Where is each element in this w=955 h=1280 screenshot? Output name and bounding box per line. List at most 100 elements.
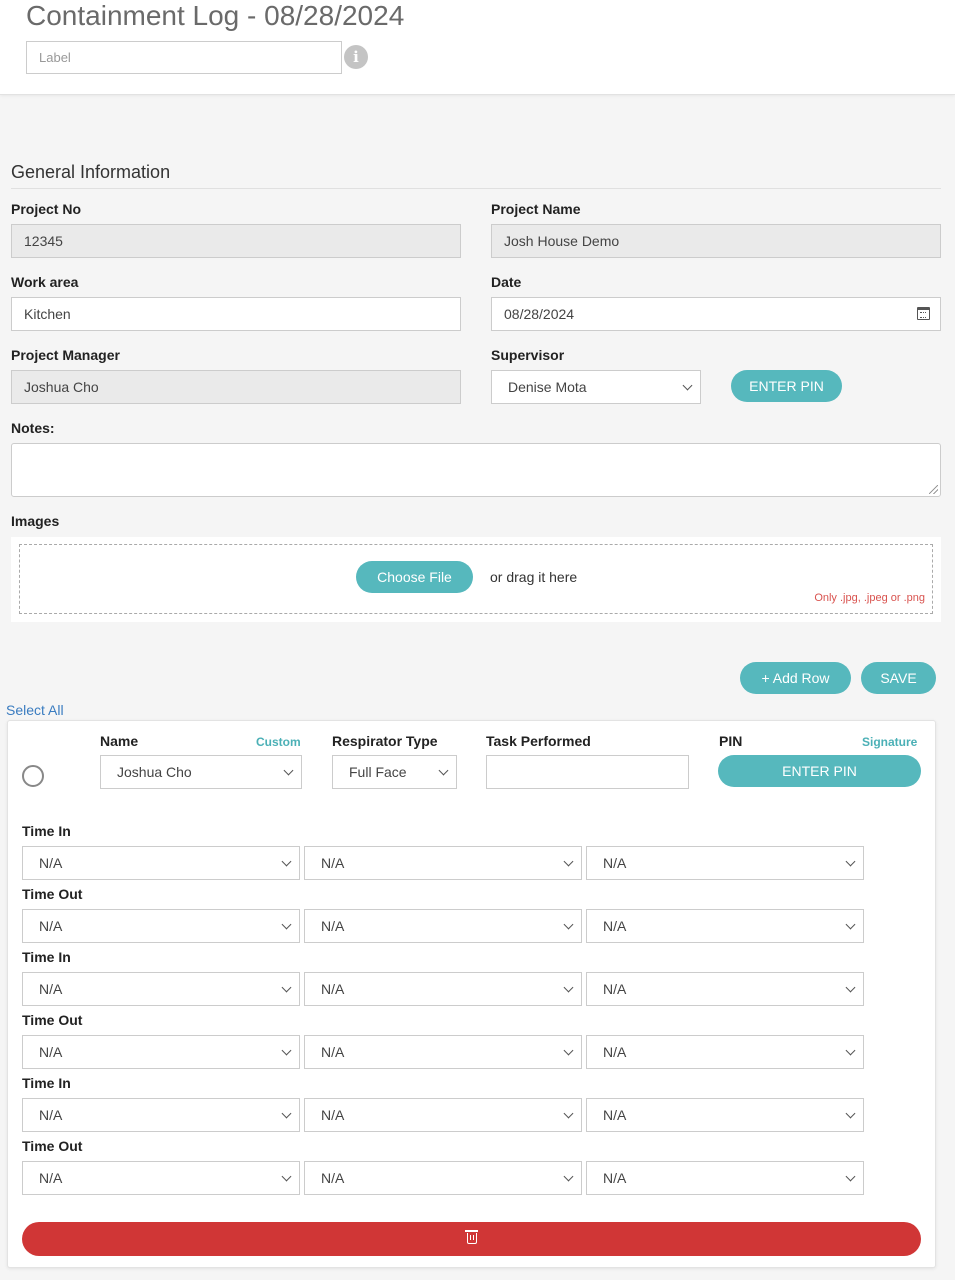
chevron-down-icon <box>281 1108 292 1119</box>
time-select[interactable]: N/A <box>22 846 300 880</box>
time-select[interactable]: N/A <box>304 909 582 943</box>
time-select-value: N/A <box>39 1170 63 1186</box>
chevron-down-icon <box>281 982 292 993</box>
time-select-value: N/A <box>321 1107 345 1123</box>
save-button[interactable]: SAVE <box>861 662 936 694</box>
chevron-down-icon <box>281 1171 292 1182</box>
time-row-label: Time Out <box>22 886 83 902</box>
calendar-icon[interactable] <box>917 307 930 320</box>
select-all-link[interactable]: Select All <box>6 702 64 718</box>
chevron-down-icon <box>283 765 294 776</box>
chevron-down-icon <box>438 765 449 776</box>
time-select[interactable]: N/A <box>22 1161 300 1195</box>
time-select[interactable]: N/A <box>586 1098 864 1132</box>
time-select-value: N/A <box>321 855 345 871</box>
notes-textarea[interactable] <box>11 443 941 497</box>
chevron-down-icon <box>682 380 693 391</box>
resize-grip-icon[interactable] <box>929 485 938 494</box>
time-select-value: N/A <box>321 1170 345 1186</box>
custom-link[interactable]: Custom <box>256 735 301 749</box>
trash-icon <box>465 1230 478 1244</box>
respirator-select[interactable]: Full Face <box>332 755 457 789</box>
notes-label: Notes: <box>11 420 55 436</box>
time-select-value: N/A <box>321 918 345 934</box>
time-select-value: N/A <box>39 855 63 871</box>
chevron-down-icon <box>845 1045 856 1056</box>
time-select[interactable]: N/A <box>586 972 864 1006</box>
time-select-value: N/A <box>39 918 63 934</box>
time-select[interactable]: N/A <box>586 909 864 943</box>
supervisor-label: Supervisor <box>491 347 565 363</box>
image-dropzone[interactable]: Choose File or drag it here Only .jpg, .… <box>19 544 933 614</box>
time-select[interactable]: N/A <box>304 1098 582 1132</box>
time-select[interactable]: N/A <box>22 972 300 1006</box>
time-select-value: N/A <box>603 981 627 997</box>
chevron-down-icon <box>845 856 856 867</box>
row-enter-pin-button[interactable]: ENTER PIN <box>718 755 921 787</box>
chevron-down-icon <box>563 1108 574 1119</box>
row-select-radio[interactable] <box>22 765 44 787</box>
images-label: Images <box>11 513 60 529</box>
chevron-down-icon <box>845 982 856 993</box>
time-row-label: Time Out <box>22 1138 83 1154</box>
time-select[interactable]: N/A <box>586 1035 864 1069</box>
add-row-button[interactable]: + Add Row <box>740 662 851 694</box>
chevron-down-icon <box>845 919 856 930</box>
time-row-label: Time In <box>22 1075 71 1091</box>
time-select[interactable]: N/A <box>304 1035 582 1069</box>
time-select[interactable]: N/A <box>22 1098 300 1132</box>
time-select[interactable]: N/A <box>586 846 864 880</box>
time-select-value: N/A <box>321 1044 345 1060</box>
pin-column-header: PIN <box>719 733 743 749</box>
worker-name-select[interactable]: Joshua Cho <box>100 755 302 789</box>
choose-file-button[interactable]: Choose File <box>356 561 473 593</box>
image-upload: Choose File or drag it here Only .jpg, .… <box>11 537 941 622</box>
project-no-label: Project No <box>11 201 82 217</box>
chevron-down-icon <box>281 856 292 867</box>
chevron-down-icon <box>563 982 574 993</box>
time-select[interactable]: N/A <box>304 1161 582 1195</box>
chevron-down-icon <box>281 919 292 930</box>
allowed-types-hint: Only .jpg, .jpeg or .png <box>814 592 925 604</box>
respirator-column-header: Respirator Type <box>332 733 438 749</box>
signature-link[interactable]: Signature <box>862 735 917 749</box>
worker-row-card: Name Custom Respirator Type Task Perform… <box>7 720 936 1268</box>
time-select[interactable]: N/A <box>586 1161 864 1195</box>
date-value: 08/28/2024 <box>504 306 575 322</box>
chevron-down-icon <box>563 1045 574 1056</box>
task-performed-input[interactable] <box>486 755 689 789</box>
label-input[interactable] <box>26 41 342 74</box>
work-area-input[interactable]: Kitchen <box>11 297 461 331</box>
date-label: Date <box>491 274 522 290</box>
time-row-label: Time In <box>22 823 71 839</box>
project-manager-label: Project Manager <box>11 347 120 363</box>
project-manager-field: Joshua Cho <box>11 370 461 404</box>
project-no-field: 12345 <box>11 224 461 258</box>
supervisor-select[interactable]: Denise Mota <box>491 370 701 404</box>
time-select-value: N/A <box>321 981 345 997</box>
date-input[interactable]: 08/28/2024 <box>491 297 941 331</box>
supervisor-enter-pin-button[interactable]: ENTER PIN <box>731 370 842 402</box>
project-name-field: Josh House Demo <box>491 224 941 258</box>
work-area-label: Work area <box>11 274 79 290</box>
info-icon[interactable]: i <box>344 45 368 69</box>
delete-row-button[interactable] <box>22 1222 921 1256</box>
time-select[interactable]: N/A <box>22 1035 300 1069</box>
time-select-value: N/A <box>39 981 63 997</box>
section-divider <box>11 188 941 189</box>
time-row-label: Time In <box>22 949 71 965</box>
title-bar: Containment Log - 08/28/2024 i <box>0 0 955 95</box>
time-select[interactable]: N/A <box>304 972 582 1006</box>
time-row-label: Time Out <box>22 1012 83 1028</box>
name-column-header: Name <box>100 733 139 749</box>
time-select-value: N/A <box>603 1044 627 1060</box>
time-select[interactable]: N/A <box>22 909 300 943</box>
time-select-value: N/A <box>603 1107 627 1123</box>
time-select-value: N/A <box>603 855 627 871</box>
time-select-value: N/A <box>39 1044 63 1060</box>
page-title: Containment Log - 08/28/2024 <box>26 0 405 31</box>
chevron-down-icon <box>281 1045 292 1056</box>
chevron-down-icon <box>563 856 574 867</box>
time-select[interactable]: N/A <box>304 846 582 880</box>
time-select-value: N/A <box>603 1170 627 1186</box>
